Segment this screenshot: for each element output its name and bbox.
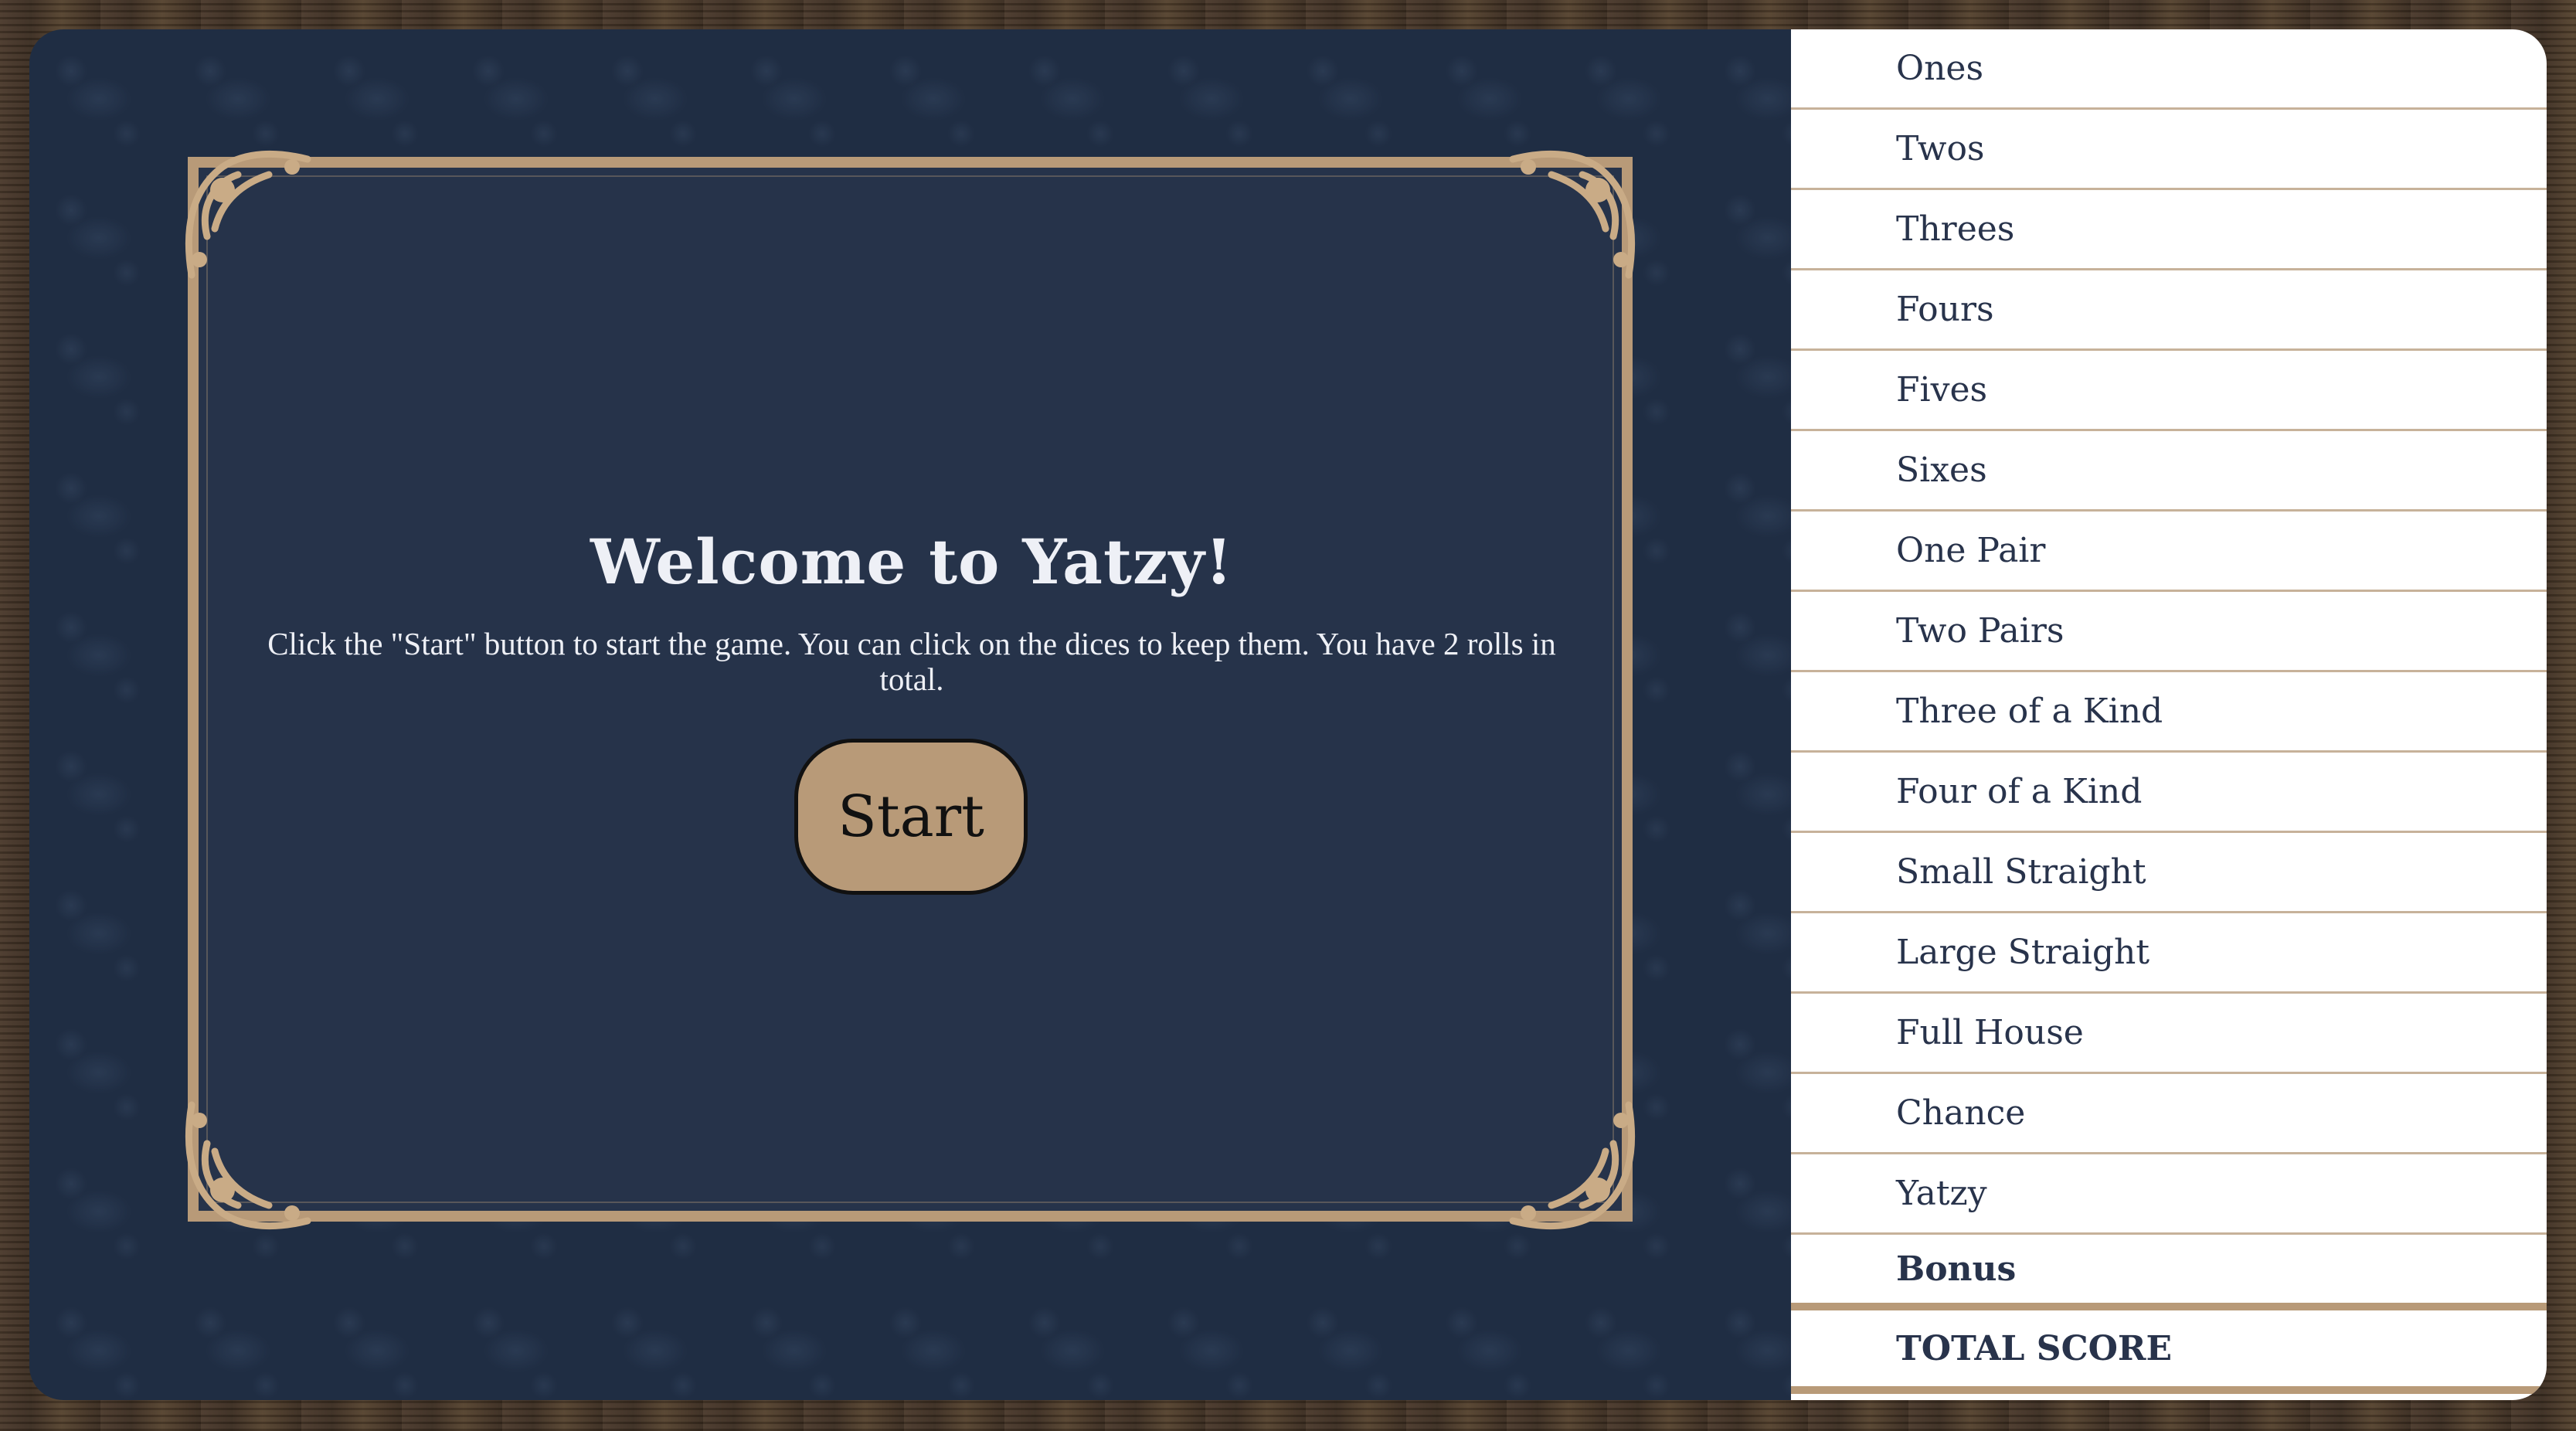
score-row-chance[interactable]: Chance	[1791, 1074, 2547, 1154]
score-row-threes[interactable]: Threes	[1791, 190, 2547, 270]
welcome-instructions: Click the "Start" button to start the ga…	[267, 626, 1556, 697]
start-button[interactable]: Start	[794, 739, 1028, 895]
ornament-corner-icon	[185, 151, 311, 279]
score-row-twos[interactable]: Twos	[1791, 110, 2547, 190]
score-row-three-of-a-kind[interactable]: Three of a Kind	[1791, 672, 2547, 753]
score-row-yatzy[interactable]: Yatzy	[1791, 1154, 2547, 1235]
score-row-small-straight[interactable]: Small Straight	[1791, 833, 2547, 913]
score-row-one-pair[interactable]: One Pair	[1791, 512, 2547, 592]
score-row-two-pairs[interactable]: Two Pairs	[1791, 592, 2547, 672]
score-row-ones[interactable]: Ones	[1791, 29, 2547, 110]
scorecard: Ones Twos Threes Fours Fives Sixes One P…	[1791, 29, 2547, 1400]
welcome-title: Welcome to Yatzy!	[590, 525, 1233, 598]
score-row-total: TOTAL SCORE	[1791, 1310, 2547, 1394]
welcome-panel: Welcome to Yatzy! Click the "Start" butt…	[224, 525, 1599, 697]
score-row-full-house[interactable]: Full House	[1791, 994, 2547, 1074]
score-row-large-straight[interactable]: Large Straight	[1791, 913, 2547, 994]
ornament-corner-icon	[1509, 1101, 1636, 1229]
ornament-corner-icon	[185, 1101, 311, 1229]
ornament-corner-icon	[1509, 151, 1636, 279]
score-row-sixes[interactable]: Sixes	[1791, 431, 2547, 512]
score-row-bonus: Bonus	[1791, 1235, 2547, 1310]
score-row-fours[interactable]: Fours	[1791, 270, 2547, 351]
score-row-four-of-a-kind[interactable]: Four of a Kind	[1791, 753, 2547, 833]
score-row-fives[interactable]: Fives	[1791, 351, 2547, 431]
